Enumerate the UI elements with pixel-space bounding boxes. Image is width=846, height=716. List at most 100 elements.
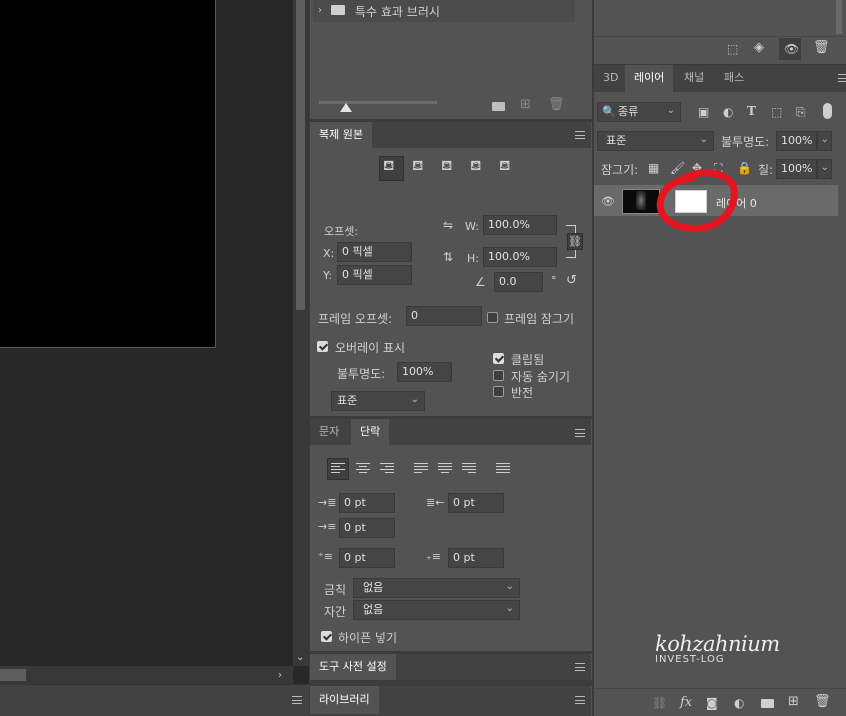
expand-chevron-icon[interactable]: ›	[318, 5, 322, 17]
space-before-field[interactable]: 0 pt	[339, 548, 395, 568]
link-layers-icon[interactable]: ⛓	[652, 697, 667, 709]
libraries-menu-icon[interactable]	[575, 696, 585, 704]
overlay-blend-select[interactable]: 표준 ⌄	[331, 391, 425, 411]
brush-preset-item-label[interactable]: 특수 효과 브러시	[355, 3, 440, 20]
align-right-icon[interactable]	[380, 463, 394, 475]
justify-last-center-icon[interactable]	[438, 463, 452, 475]
kinsoku-select[interactable]: 없음 ⌄	[353, 578, 520, 598]
clone-source-menu-icon[interactable]	[575, 131, 585, 139]
left-bottom-panel-menu-icon[interactable]	[292, 696, 302, 704]
filter-smart-object-icon[interactable]: ⎘	[796, 106, 806, 118]
indent-left-field[interactable]: 0 pt	[339, 493, 395, 513]
new-layer-icon[interactable]: ⊞	[788, 695, 799, 708]
flip-horizontal-icon[interactable]: ⇋	[443, 219, 453, 231]
document-canvas[interactable]	[0, 0, 216, 348]
tab-tool-presets[interactable]: 도구 사전 설정	[310, 654, 396, 680]
show-overlay-label: 오버레이 표시	[335, 341, 406, 355]
watermark-line1: kohzahnium	[655, 632, 780, 656]
tool-presets-menu-icon[interactable]	[575, 663, 585, 671]
scroll-down-icon[interactable]: ⌄	[296, 652, 304, 664]
clone-source-2-icon[interactable]: ⛾	[412, 159, 423, 173]
filter-toggle-icon[interactable]	[823, 103, 832, 119]
layers-menu-icon[interactable]	[838, 74, 846, 82]
indent-right-field[interactable]: 0 pt	[448, 493, 504, 513]
selection-dotted-icon[interactable]: ⬚	[727, 43, 738, 55]
delete-layer-icon[interactable]: 🗑	[814, 695, 831, 708]
justify-all-icon[interactable]	[496, 463, 510, 475]
brush-size-slider-track[interactable]	[319, 101, 437, 104]
new-folder-icon[interactable]	[492, 102, 505, 111]
maintain-aspect-link-icon[interactable]: ⛓	[567, 233, 583, 250]
rotation-angle-field[interactable]: 0.0	[494, 272, 543, 292]
eye-icon: 👁	[784, 42, 800, 56]
frame-lock-checkbox[interactable]	[487, 312, 498, 323]
fill-dropdown[interactable]: ⌄	[817, 159, 832, 179]
clipped-checkbox[interactable]	[493, 353, 504, 364]
vertical-scrollbar-thumb[interactable]	[296, 0, 305, 310]
fill-label: 칠:	[758, 163, 774, 177]
justify-last-left-icon[interactable]	[414, 463, 428, 475]
horizontal-scrollbar-thumb[interactable]	[0, 669, 26, 681]
blend-mode-select[interactable]: 표준 ⌄	[597, 131, 714, 151]
layer-filter-select[interactable]: 🔍 종류 ⌄	[597, 102, 681, 122]
fill-field[interactable]: 100%	[776, 159, 817, 179]
reset-transform-icon[interactable]: ↺	[566, 274, 577, 287]
tab-clone-source[interactable]: 복제 원본	[310, 122, 372, 148]
tab-paths[interactable]: 패스	[715, 65, 753, 92]
tab-libraries[interactable]: 라이브러리	[310, 686, 379, 714]
tab-channels[interactable]: 채널	[675, 65, 713, 92]
chevron-down-icon: ⌄	[820, 162, 829, 173]
horizontal-scrollbar[interactable]	[0, 666, 293, 684]
hyphenate-checkbox[interactable]	[321, 631, 332, 642]
height-scale-field[interactable]: 100.0%	[483, 247, 557, 267]
width-scale-field[interactable]: 100.0%	[483, 215, 557, 235]
frame-offset-field[interactable]: 0	[406, 306, 482, 326]
filter-pixel-icon[interactable]: ▣	[698, 106, 709, 118]
flip-vertical-icon[interactable]: ⇅	[443, 251, 453, 263]
new-brush-icon[interactable]: ⊞	[520, 98, 531, 111]
clone-source-3-icon[interactable]: ⛾	[441, 159, 452, 173]
watermark-logo: kohzahnium INVEST-LOG	[655, 632, 795, 665]
show-overlay-checkbox[interactable]	[317, 341, 328, 352]
layer-opacity-dropdown[interactable]: ⌄	[817, 131, 832, 151]
scroll-right-icon[interactable]: ›	[278, 670, 282, 682]
history-panel-area	[594, 0, 846, 36]
indent-right-icon: ≣←	[426, 496, 445, 509]
trash-icon[interactable]: 🗑	[813, 41, 830, 54]
align-center-icon[interactable]	[356, 463, 370, 475]
tab-paragraph[interactable]: 단락	[351, 419, 390, 445]
filter-type-icon[interactable]: T	[747, 105, 756, 117]
history-toolbar	[594, 36, 846, 64]
filter-adjustment-icon[interactable]: ◐	[723, 106, 733, 118]
group-folder-icon[interactable]	[761, 699, 774, 708]
indent-first-line-field[interactable]: 0 pt	[339, 518, 395, 538]
paths-fill-icon[interactable]: ◈	[754, 41, 764, 54]
space-before-icon: ⁺≡	[318, 550, 334, 563]
adjustment-layer-icon[interactable]: ◐	[734, 697, 744, 709]
clone-source-4-icon[interactable]: ⛾	[470, 159, 481, 173]
offset-y-field[interactable]: 0 픽셀	[337, 265, 412, 285]
chevron-down-icon: ⌄	[410, 394, 419, 405]
tab-character[interactable]: 문자	[310, 419, 348, 445]
add-mask-icon[interactable]: ◙	[706, 697, 718, 709]
search-icon: 🔍	[602, 105, 616, 118]
tab-3d[interactable]: 3D	[594, 65, 627, 92]
chevron-down-icon: ⌄	[505, 603, 514, 614]
overlay-opacity-field[interactable]: 100%	[397, 362, 452, 382]
brush-size-slider-thumb[interactable]	[340, 103, 352, 112]
layer-style-fx-button[interactable]: fx	[680, 695, 692, 710]
offset-x-field[interactable]: 0 픽셀	[337, 242, 412, 262]
paragraph-menu-icon[interactable]	[575, 429, 585, 437]
delete-brush-icon[interactable]: 🗑	[548, 98, 565, 111]
layer-opacity-field[interactable]: 100%	[776, 131, 817, 151]
justify-last-right-icon[interactable]	[462, 463, 476, 475]
layer-visibility-eye-icon[interactable]: 👁	[601, 196, 615, 208]
tab-layers[interactable]: 레이어	[625, 65, 674, 92]
space-after-field[interactable]: 0 pt	[448, 548, 504, 568]
invert-checkbox[interactable]	[493, 386, 504, 397]
filter-shape-icon[interactable]: ⬚	[771, 106, 782, 118]
clone-source-5-icon[interactable]: ⛾	[499, 159, 510, 173]
history-scrollbar[interactable]	[836, 0, 842, 34]
auto-hide-checkbox[interactable]	[493, 370, 504, 381]
mojikumi-select[interactable]: 없음 ⌄	[353, 600, 520, 620]
